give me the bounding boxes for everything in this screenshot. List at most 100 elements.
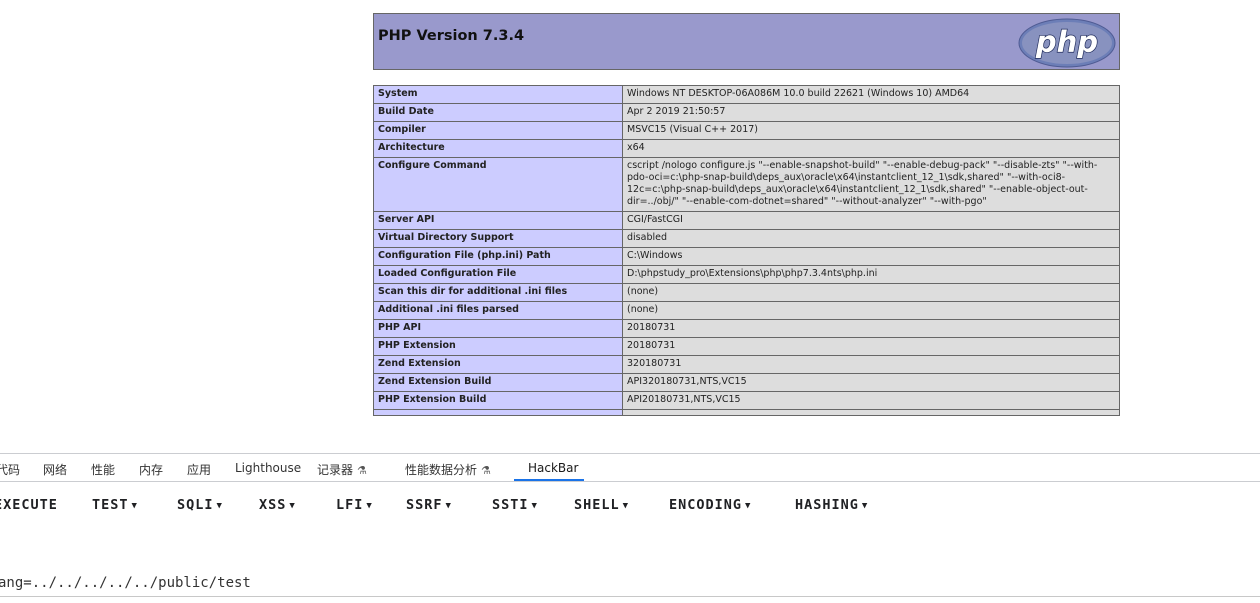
- encoding-dropdown[interactable]: ENCODING ▼: [669, 497, 751, 513]
- php-info-value: API20180731,NTS,VC15: [622, 391, 1120, 410]
- caret-down-icon: ▼: [366, 501, 373, 511]
- tab-recorder[interactable]: 记录器 ⚗: [317, 461, 367, 478]
- table-row: Build Date Apr 2 2019 21:50:57: [373, 103, 1120, 122]
- php-info-value: D:\phpstudy_pro\Extensions\php\php7.3.4n…: [622, 265, 1120, 284]
- php-info-value: API320180731,NTS,VC15: [622, 373, 1120, 392]
- table-row: Scan this dir for additional .ini files(…: [373, 283, 1120, 302]
- php-info-value: disabled: [622, 229, 1120, 248]
- php-info-value: 320180731: [622, 355, 1120, 374]
- table-row: Compiler MSVC15 (Visual C++ 2017): [373, 121, 1120, 140]
- php-info-key: PHP Extension: [373, 337, 623, 356]
- tab-network[interactable]: 网络: [43, 461, 67, 478]
- table-row: PHP Extension 20180731: [373, 337, 1120, 356]
- php-info-key: Scan this dir for additional .ini files: [373, 283, 623, 302]
- php-info-key: [373, 409, 623, 416]
- execute-button[interactable]: EXECUTE: [0, 497, 58, 513]
- php-info-value: Apr 2 2019 21:50:57: [622, 103, 1120, 122]
- tab-memory[interactable]: 内存: [139, 461, 163, 478]
- php-info-value: (none): [622, 301, 1120, 320]
- xss-label: XSS: [259, 497, 287, 513]
- tab-application[interactable]: 应用: [187, 461, 211, 478]
- phpinfo-page: PHP Version 7.3.4 php System Windows NT D…: [373, 13, 1120, 416]
- caret-down-icon: ▼: [131, 501, 138, 511]
- hashing-dropdown[interactable]: HASHING ▼: [795, 497, 868, 513]
- php-info-key: PHP API: [373, 319, 623, 338]
- php-info-value: C:\Windows: [622, 247, 1120, 266]
- xss-dropdown[interactable]: XSS ▼: [259, 497, 296, 513]
- sqli-label: SQLI: [177, 497, 214, 513]
- php-info-key: Additional .ini files parsed: [373, 301, 623, 320]
- encoding-label: ENCODING: [669, 497, 743, 513]
- php-info-value: (none): [622, 283, 1120, 302]
- ssti-label: SSTI: [492, 497, 529, 513]
- tab-performance-insights[interactable]: 性能数据分析 ⚗: [405, 461, 491, 478]
- php-info-value: Windows NT DESKTOP-06A086M 10.0 build 22…: [622, 85, 1120, 104]
- table-row: Server API CGI/FastCGI: [373, 211, 1120, 230]
- test-label: TEST: [92, 497, 129, 513]
- php-info-key: Architecture: [373, 139, 623, 158]
- php-info-value: 20180731: [622, 337, 1120, 356]
- tab-recorder-label: 记录器: [317, 463, 354, 477]
- active-tab-indicator: [514, 479, 584, 481]
- url-input-underline: [0, 596, 1260, 597]
- table-row: Zend Extension 320180731: [373, 355, 1120, 374]
- php-info-key: Configure Command: [373, 157, 623, 212]
- php-info-value: x64: [622, 139, 1120, 158]
- devtools-panel: 代码 网络 性能 内存 应用 Lighthouse 记录器 ⚗ 性能数据分析 ⚗ H…: [0, 453, 1260, 603]
- sqli-dropdown[interactable]: SQLI ▼: [177, 497, 223, 513]
- caret-down-icon: ▼: [861, 501, 869, 511]
- php-info-key: Loaded Configuration File: [373, 265, 623, 284]
- php-info-value: cscript /nologo configure.js "--enable-s…: [622, 157, 1120, 212]
- table-row: Configuration File (php.ini) Path C:\Wind…: [373, 247, 1120, 266]
- caret-down-icon: ▼: [216, 501, 223, 511]
- caret-down-icon: ▼: [445, 501, 452, 511]
- caret-down-icon: ▼: [289, 501, 296, 511]
- caret-down-icon: ▼: [531, 501, 538, 511]
- flask-icon: ⚗: [481, 464, 491, 477]
- tab-lighthouse[interactable]: Lighthouse: [235, 461, 301, 475]
- php-logo-text: php: [1035, 25, 1098, 59]
- table-row: Zend Extension Build API320180731,NTS,VC1…: [373, 373, 1120, 392]
- php-info-key: Server API: [373, 211, 623, 230]
- php-header: PHP Version 7.3.4 php: [373, 13, 1120, 70]
- lfi-dropdown[interactable]: LFI ▼: [336, 497, 373, 513]
- php-info-value: 20180731: [622, 319, 1120, 338]
- table-row: Loaded Configuration File D:\phpstudy_pro…: [373, 265, 1120, 284]
- php-info-table: System Windows NT DESKTOP-06A086M 10.0 bu…: [373, 85, 1120, 416]
- test-dropdown[interactable]: TEST ▼: [92, 497, 138, 513]
- php-info-value: [622, 409, 1120, 416]
- php-info-key: Virtual Directory Support: [373, 229, 623, 248]
- table-row: Additional .ini files parsed (none): [373, 301, 1120, 320]
- tab-performance-insights-label: 性能数据分析: [405, 463, 478, 477]
- php-info-key: Compiler: [373, 121, 623, 140]
- table-row: [373, 409, 1120, 416]
- shell-dropdown[interactable]: SHELL ▼: [574, 497, 629, 513]
- caret-down-icon: ▼: [745, 501, 752, 511]
- ssrf-dropdown[interactable]: SSRF ▼: [406, 497, 452, 513]
- ssti-dropdown[interactable]: SSTI ▼: [492, 497, 538, 513]
- table-row: Virtual Directory Support disabled: [373, 229, 1120, 248]
- table-row: PHP API 20180731: [373, 319, 1120, 338]
- php-info-value: MSVC15 (Visual C++ 2017): [622, 121, 1120, 140]
- php-info-key: Build Date: [373, 103, 623, 122]
- execute-label: EXECUTE: [0, 497, 58, 513]
- shell-label: SHELL: [574, 497, 620, 513]
- tab-performance[interactable]: 性能: [91, 461, 115, 478]
- php-info-key: Zend Extension: [373, 355, 623, 374]
- php-version-title: PHP Version 7.3.4: [378, 28, 525, 44]
- flask-icon: ⚗: [357, 464, 367, 477]
- php-info-key: Zend Extension Build: [373, 373, 623, 392]
- php-info-key: PHP Extension Build: [373, 391, 623, 410]
- php-info-value: CGI/FastCGI: [622, 211, 1120, 230]
- table-row: System Windows NT DESKTOP-06A086M 10.0 bu…: [373, 85, 1120, 104]
- php-info-key: Configuration File (php.ini) Path: [373, 247, 623, 266]
- php-info-key: System: [373, 85, 623, 104]
- table-row: PHP Extension Build API20180731,NTS,VC15: [373, 391, 1120, 410]
- tab-hackbar[interactable]: HackBar: [528, 461, 578, 475]
- php-logo-icon[interactable]: php: [1018, 18, 1116, 68]
- hashing-label: HASHING: [795, 497, 859, 513]
- tab-sources[interactable]: 代码: [0, 461, 20, 478]
- ssrf-label: SSRF: [406, 497, 443, 513]
- hackbar-url-input[interactable]: [0, 571, 1260, 595]
- table-row: Architecture x64: [373, 139, 1120, 158]
